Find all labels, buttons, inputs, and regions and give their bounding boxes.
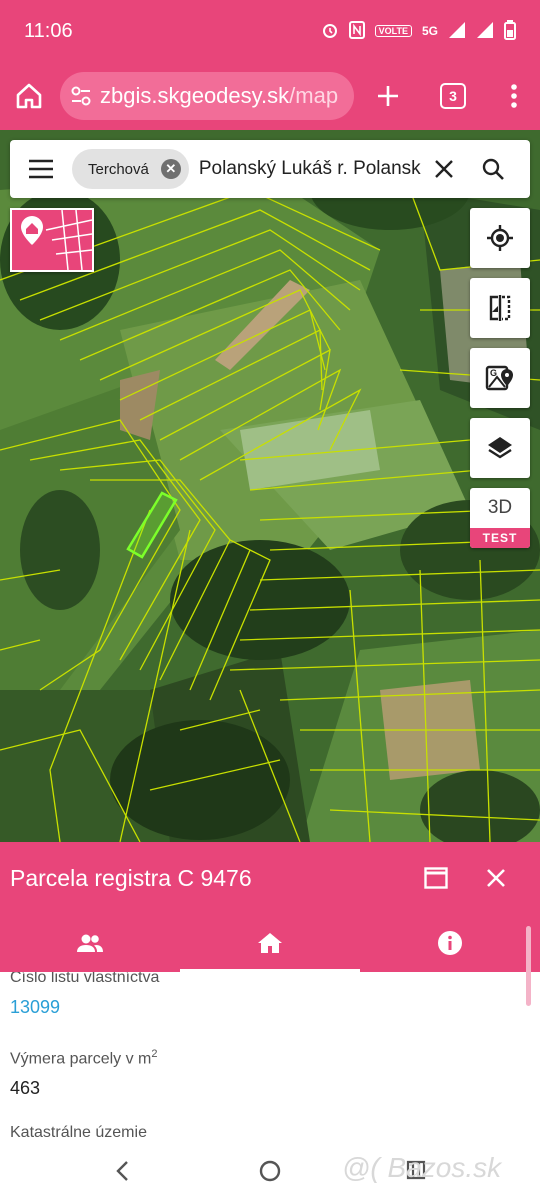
alarm-icon (321, 21, 339, 42)
site-settings-icon[interactable] (70, 85, 92, 107)
home-nav-icon[interactable] (259, 1160, 281, 1182)
home-icon (257, 932, 283, 954)
layers-button[interactable] (470, 418, 530, 478)
compare-icon (486, 294, 514, 322)
3d-test-button[interactable]: 3D TEST (470, 488, 530, 548)
owners-icon (76, 933, 104, 953)
url-host: zbgis.skgeodesy.sk (100, 83, 290, 108)
panel-tabs (0, 914, 540, 972)
map-pin-icon: G (485, 363, 515, 393)
url-bar[interactable]: zbgis.skgeodesy.sk/map (60, 72, 354, 120)
signal-icon (448, 21, 466, 42)
more-menu-icon[interactable] (510, 83, 518, 109)
menu-icon[interactable] (28, 159, 54, 179)
tab-info[interactable] (360, 914, 540, 972)
parcel-details: Číslo listu vlastníctva 13099 Výmera par… (0, 972, 540, 1142)
maximize-icon[interactable] (424, 867, 448, 889)
layers-icon (486, 434, 514, 462)
battery-icon (504, 19, 516, 43)
ownership-sheet-label: Číslo listu vlastníctva (10, 972, 160, 986)
clear-search-icon[interactable] (433, 158, 455, 180)
new-tab-icon[interactable] (376, 84, 400, 108)
location-chip[interactable]: Terchová ✕ (72, 149, 189, 189)
home-icon[interactable] (14, 81, 44, 111)
compare-button[interactable] (470, 278, 530, 338)
tab-home[interactable] (180, 914, 360, 972)
search-input[interactable]: Polanský Lukáš r. Polansk (199, 158, 421, 180)
area-value: 463 (10, 1078, 41, 1098)
signal-icon (476, 21, 494, 42)
volte-icon: VOLTE (374, 25, 412, 37)
chip-clear-icon[interactable]: ✕ (160, 159, 181, 179)
tab-owners[interactable] (0, 914, 180, 972)
tab-switcher-button[interactable]: 3 (440, 83, 466, 109)
location-chip-label: Terchová (88, 160, 149, 178)
area-label: Výmera parcely v m2 (10, 1048, 158, 1068)
3d-label: 3D (487, 497, 513, 518)
map-search-bar: Terchová ✕ Polanský Lukáš r. Polansk (10, 140, 530, 198)
panel-title: Parcela registra C 9476 (10, 864, 252, 891)
browser-toolbar: zbgis.skgeodesy.sk/map 3 (0, 62, 540, 130)
watermark: @( Bazos.sk (342, 1152, 502, 1183)
status-time: 11:06 (24, 19, 73, 42)
test-badge: TEST (470, 528, 530, 548)
my-location-button[interactable] (470, 208, 530, 268)
url-path: /map (289, 83, 339, 108)
parcel-panel-header: Parcela registra C 9476 (0, 842, 540, 914)
gps-icon (486, 224, 514, 252)
back-icon[interactable] (114, 1160, 130, 1182)
5g-icon: 5G (421, 24, 438, 38)
google-maps-button[interactable]: G (470, 348, 530, 408)
cadastral-area-label: Katastrálne územie (10, 1124, 147, 1141)
ownership-sheet-link[interactable]: 13099 (10, 997, 60, 1018)
info-icon (437, 930, 463, 956)
close-icon[interactable] (486, 868, 506, 888)
basemap-thumbnail[interactable] (10, 208, 94, 272)
nfc-icon (348, 20, 365, 42)
status-bar: 11:06 VOLTE 5G (0, 0, 540, 62)
search-icon[interactable] (481, 157, 505, 181)
svg-text:G: G (490, 368, 497, 378)
